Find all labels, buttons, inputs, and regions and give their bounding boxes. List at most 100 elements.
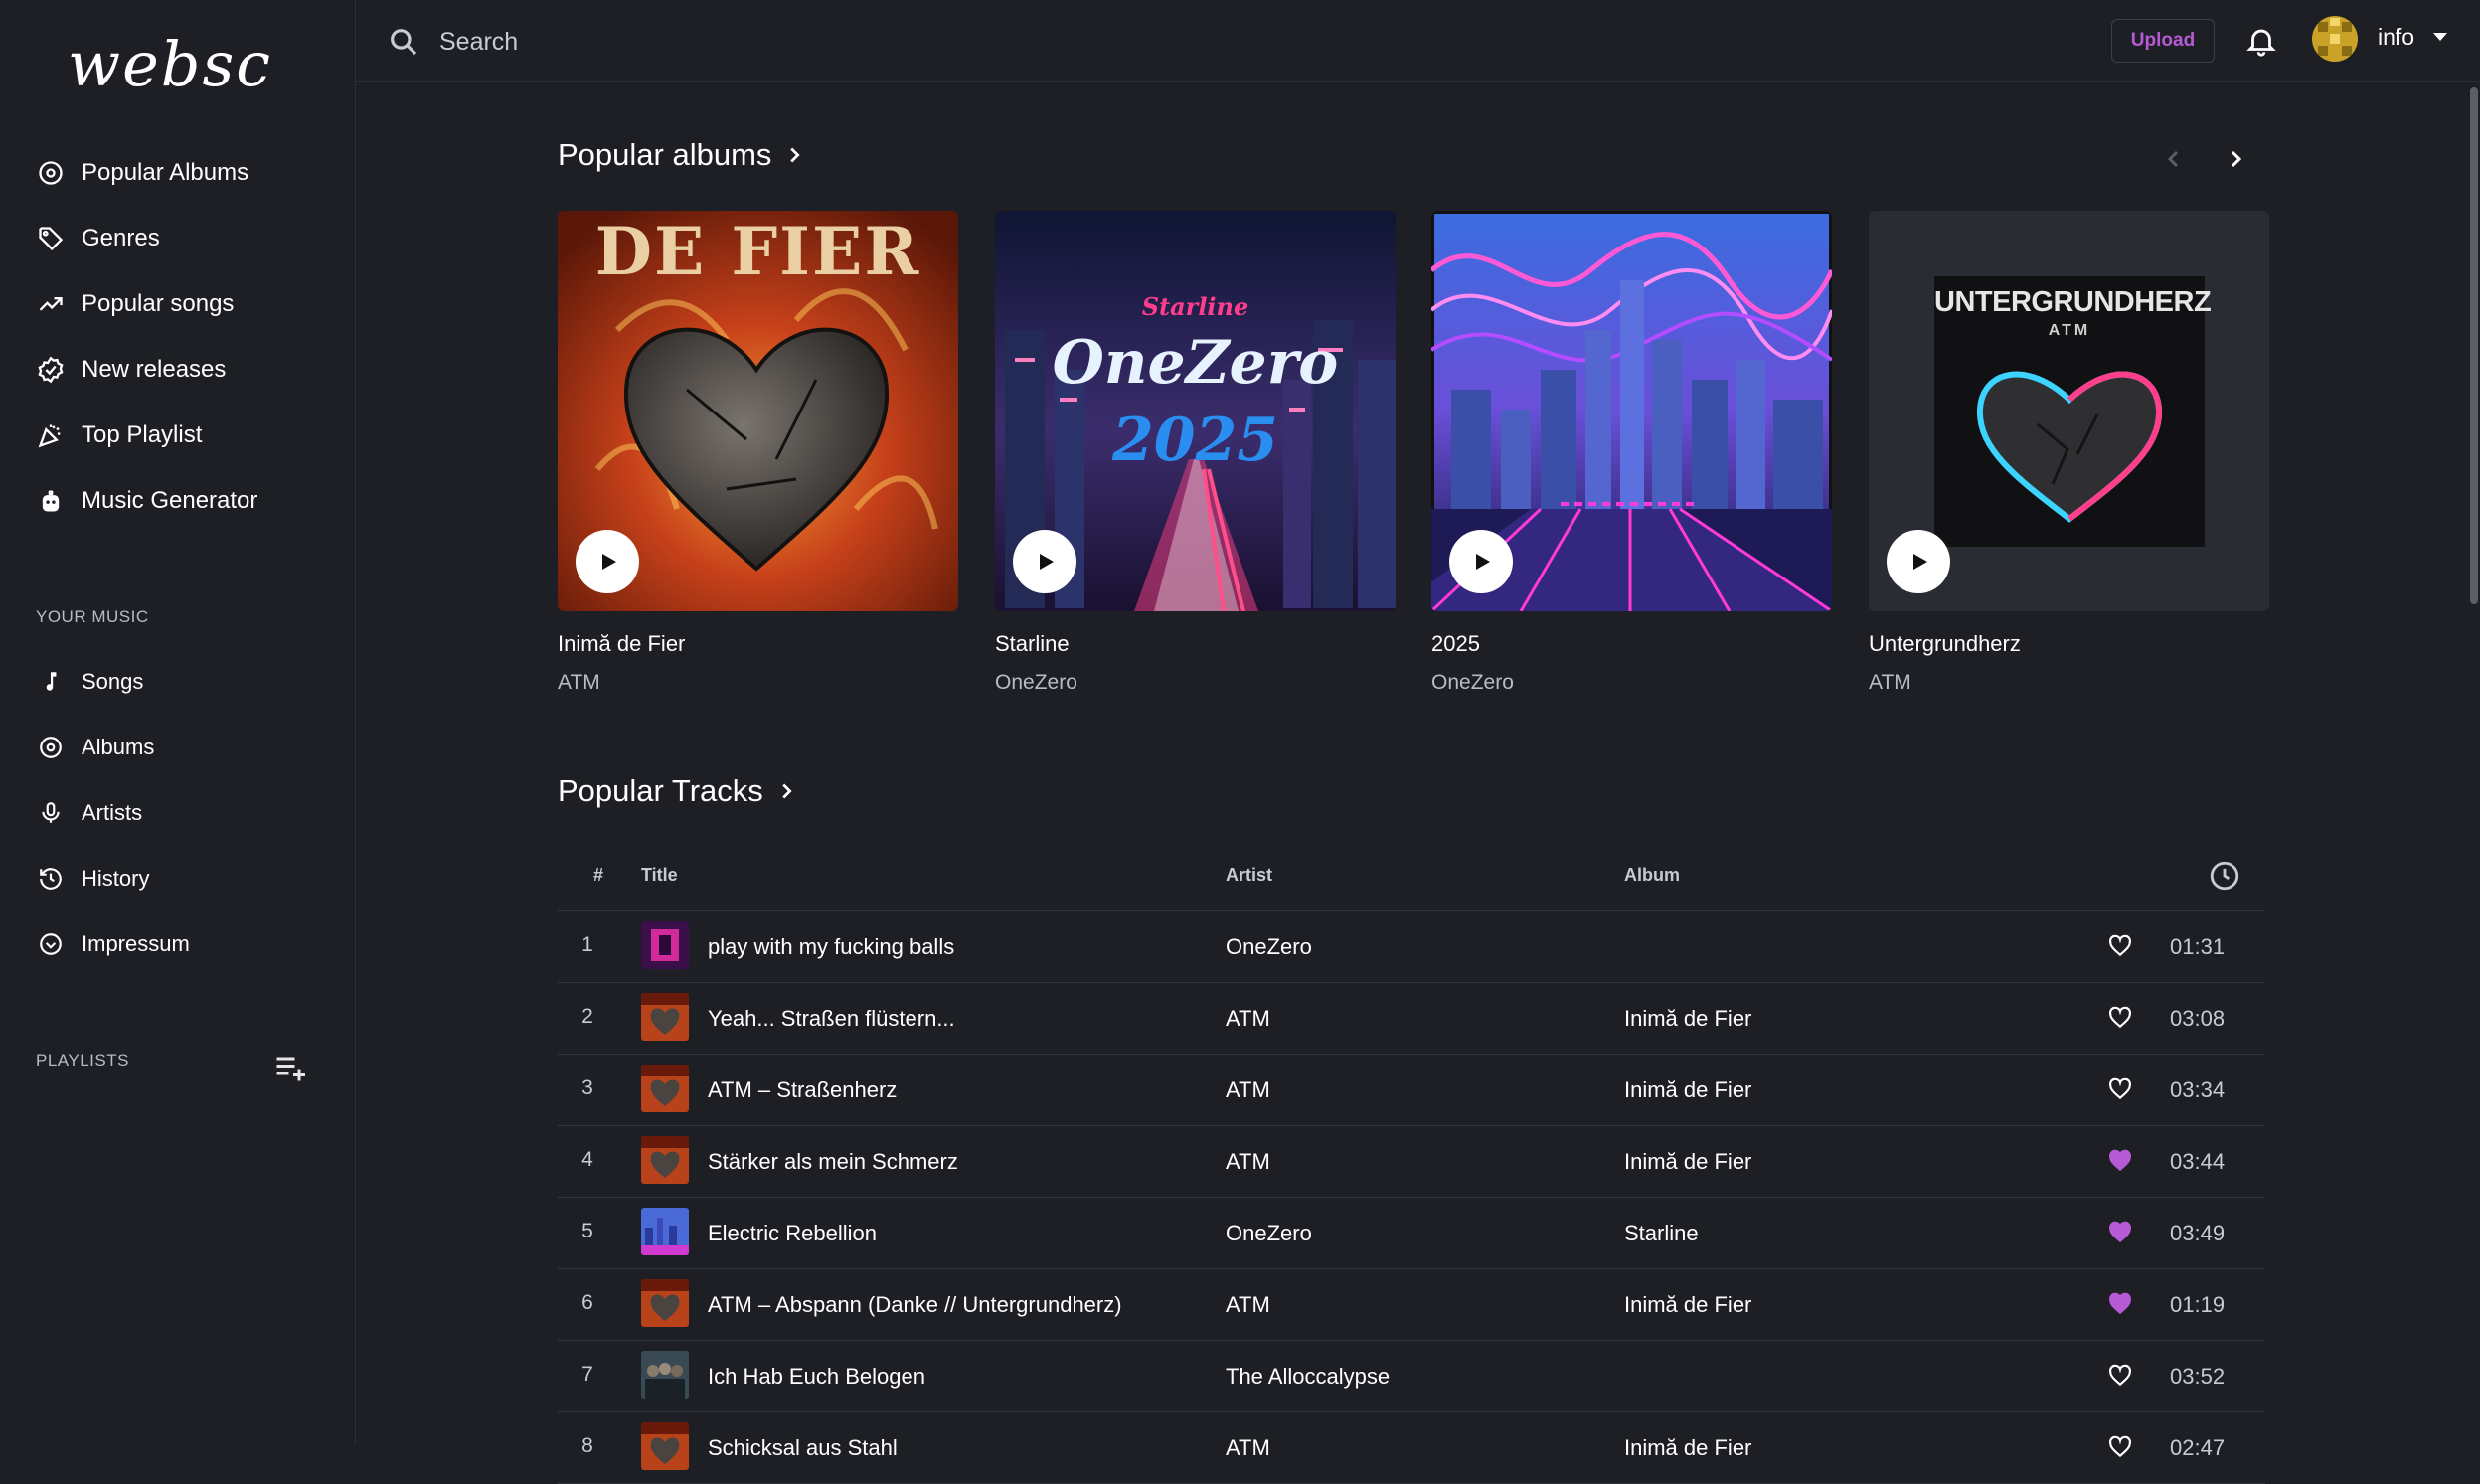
table-row[interactable]: 6 ATM – Abspann (Danke // Untergrundherz)…: [558, 1269, 2265, 1341]
track-album[interactable]: Inimă de Fier: [1624, 1149, 1751, 1175]
table-row[interactable]: 2 Yeah... Straßen flüstern... ATM Inimă de …: [558, 983, 2265, 1055]
track-number: 7: [581, 1363, 593, 1386]
heart-icon[interactable]: [2107, 1363, 2133, 1389]
track-album[interactable]: Inimă de Fier: [1624, 1292, 1751, 1318]
user-name[interactable]: info: [2378, 24, 2414, 51]
album-card[interactable]: DE FIER Inimă de Fier ATM: [558, 211, 958, 695]
track-title[interactable]: Electric Rebellion: [708, 1221, 877, 1246]
album-title[interactable]: Starline: [995, 631, 1396, 657]
track-album[interactable]: Starline: [1624, 1221, 1699, 1246]
track-artist[interactable]: ATM: [1226, 1435, 1270, 1461]
table-row[interactable]: 3 ATM – Straßenherz ATM Inimă de Fier 03:34: [558, 1055, 2265, 1126]
column-header-artist[interactable]: Artist: [1226, 865, 1272, 886]
nav-item-label: Popular songs: [82, 290, 235, 317]
track-artist[interactable]: ATM: [1226, 1006, 1270, 1032]
carousel-next-button[interactable]: [2219, 142, 2252, 176]
nav-item-albums[interactable]: Albums: [36, 726, 154, 769]
popular-albums-heading[interactable]: Popular albums: [558, 137, 805, 173]
column-header-album[interactable]: Album: [1624, 865, 1680, 886]
nav-item-artists[interactable]: Artists: [36, 791, 142, 835]
nav-item-label: New releases: [82, 356, 227, 383]
track-duration: 03:52: [2170, 1364, 2226, 1389]
nav-item-popular-albums[interactable]: Popular Albums: [36, 151, 248, 195]
nav-item-popular-songs[interactable]: Popular songs: [36, 282, 234, 326]
upload-button[interactable]: Upload: [2111, 19, 2215, 63]
album-cover[interactable]: UNTERGRUNDHERZ ATM: [1869, 211, 2269, 611]
search-input[interactable]: [437, 18, 1038, 66]
album-artist[interactable]: ATM: [1869, 671, 2269, 695]
track-title[interactable]: Stärker als mein Schmerz: [708, 1149, 958, 1175]
heart-icon[interactable]: [2107, 1005, 2133, 1031]
column-header-title[interactable]: Title: [641, 865, 678, 886]
add-playlist-icon[interactable]: [272, 1050, 308, 1085]
disc-icon: [36, 733, 66, 762]
scrollbar-thumb[interactable]: [2470, 87, 2478, 604]
app-logo[interactable]: websc: [68, 30, 270, 99]
album-card[interactable]: UNTERGRUNDHERZ ATM Untergrundherz ATM: [1869, 211, 2269, 695]
track-title[interactable]: ATM – Straßenherz: [708, 1077, 897, 1103]
nav-item-label: Music Generator: [82, 487, 258, 514]
track-artist[interactable]: OneZero: [1226, 1221, 1312, 1246]
track-title[interactable]: Yeah... Straßen flüstern...: [708, 1006, 955, 1032]
album-title[interactable]: 2025: [1431, 631, 1832, 657]
play-button[interactable]: [1887, 530, 1950, 593]
avatar[interactable]: [2312, 16, 2358, 62]
track-title[interactable]: play with my fucking balls: [708, 934, 954, 960]
nav-item-music-generator[interactable]: Music Generator: [36, 479, 257, 523]
nav-item-top-playlist[interactable]: Top Playlist: [36, 413, 202, 457]
track-album[interactable]: Inimă de Fier: [1624, 1077, 1751, 1103]
search-icon: [391, 29, 417, 56]
table-row[interactable]: 5 Electric Rebellion OneZero Starline 03:49: [558, 1198, 2265, 1269]
heart-icon[interactable]: [2107, 1220, 2133, 1245]
play-button[interactable]: [1013, 530, 1076, 593]
track-artist[interactable]: The Alloccalypse: [1226, 1364, 1390, 1390]
track-artist[interactable]: ATM: [1226, 1077, 1270, 1103]
track-album[interactable]: Inimă de Fier: [1624, 1006, 1751, 1032]
album-cover[interactable]: Starline OneZero 2025: [995, 211, 1396, 611]
track-title[interactable]: ATM – Abspann (Danke // Untergrundherz): [708, 1292, 1122, 1318]
music-note-icon: [36, 667, 66, 697]
album-card[interactable]: 2025 OneZero: [1431, 211, 1832, 695]
chevron-right-icon: [790, 147, 801, 163]
album-cover[interactable]: DE FIER: [558, 211, 958, 611]
popular-tracks-heading[interactable]: Popular Tracks: [558, 773, 797, 809]
track-artist[interactable]: OneZero: [1226, 934, 1312, 960]
heart-icon[interactable]: [2107, 933, 2133, 959]
carousel-prev-button[interactable]: [2157, 142, 2191, 176]
nav-item-impressum[interactable]: Impressum: [36, 922, 190, 966]
album-artist[interactable]: OneZero: [1431, 671, 1832, 695]
track-thumbnail: [641, 1136, 689, 1184]
album-artist[interactable]: ATM: [558, 671, 958, 695]
track-artist[interactable]: ATM: [1226, 1149, 1270, 1175]
album-artist[interactable]: OneZero: [995, 671, 1396, 695]
heart-icon[interactable]: [2107, 1434, 2133, 1460]
track-title[interactable]: Ich Hab Euch Belogen: [708, 1364, 925, 1390]
album-card[interactable]: Starline OneZero 2025 Starline OneZero: [995, 211, 1396, 695]
play-button[interactable]: [576, 530, 639, 593]
track-thumbnail: [641, 921, 689, 969]
table-row[interactable]: 7 Ich Hab Euch Belogen The Alloccalypse 03:…: [558, 1341, 2265, 1412]
album-title[interactable]: Untergrundherz: [1869, 631, 2269, 657]
caret-down-icon[interactable]: [2431, 30, 2449, 44]
nav-item-genres[interactable]: Genres: [36, 217, 160, 260]
album-title[interactable]: Inimă de Fier: [558, 631, 958, 657]
chevron-left-icon: [2167, 150, 2179, 168]
bell-icon[interactable]: [2244, 24, 2278, 58]
table-row[interactable]: 4 Stärker als mein Schmerz ATM Inimă de Fie…: [558, 1126, 2265, 1198]
table-row[interactable]: 8 Schicksal aus Stahl ATM Inimă de Fier 02:4…: [558, 1412, 2265, 1484]
track-artist[interactable]: ATM: [1226, 1292, 1270, 1318]
badge-check-icon: [36, 355, 66, 385]
album-cover-text: 2025: [1112, 406, 1278, 475]
track-album[interactable]: Inimă de Fier: [1624, 1435, 1751, 1461]
track-title[interactable]: Schicksal aus Stahl: [708, 1435, 898, 1461]
nav-item-new-releases[interactable]: New releases: [36, 348, 226, 392]
nav-item-history[interactable]: History: [36, 857, 149, 901]
nav-item-songs[interactable]: Songs: [36, 660, 143, 704]
heart-icon[interactable]: [2107, 1076, 2133, 1102]
heart-icon[interactable]: [2107, 1291, 2133, 1317]
album-cover[interactable]: [1431, 211, 1832, 611]
heart-icon[interactable]: [2107, 1148, 2133, 1174]
table-row[interactable]: 1 play with my fucking balls OneZero 01:31: [558, 911, 2265, 983]
track-number: 8: [581, 1434, 593, 1457]
play-button[interactable]: [1449, 530, 1513, 593]
